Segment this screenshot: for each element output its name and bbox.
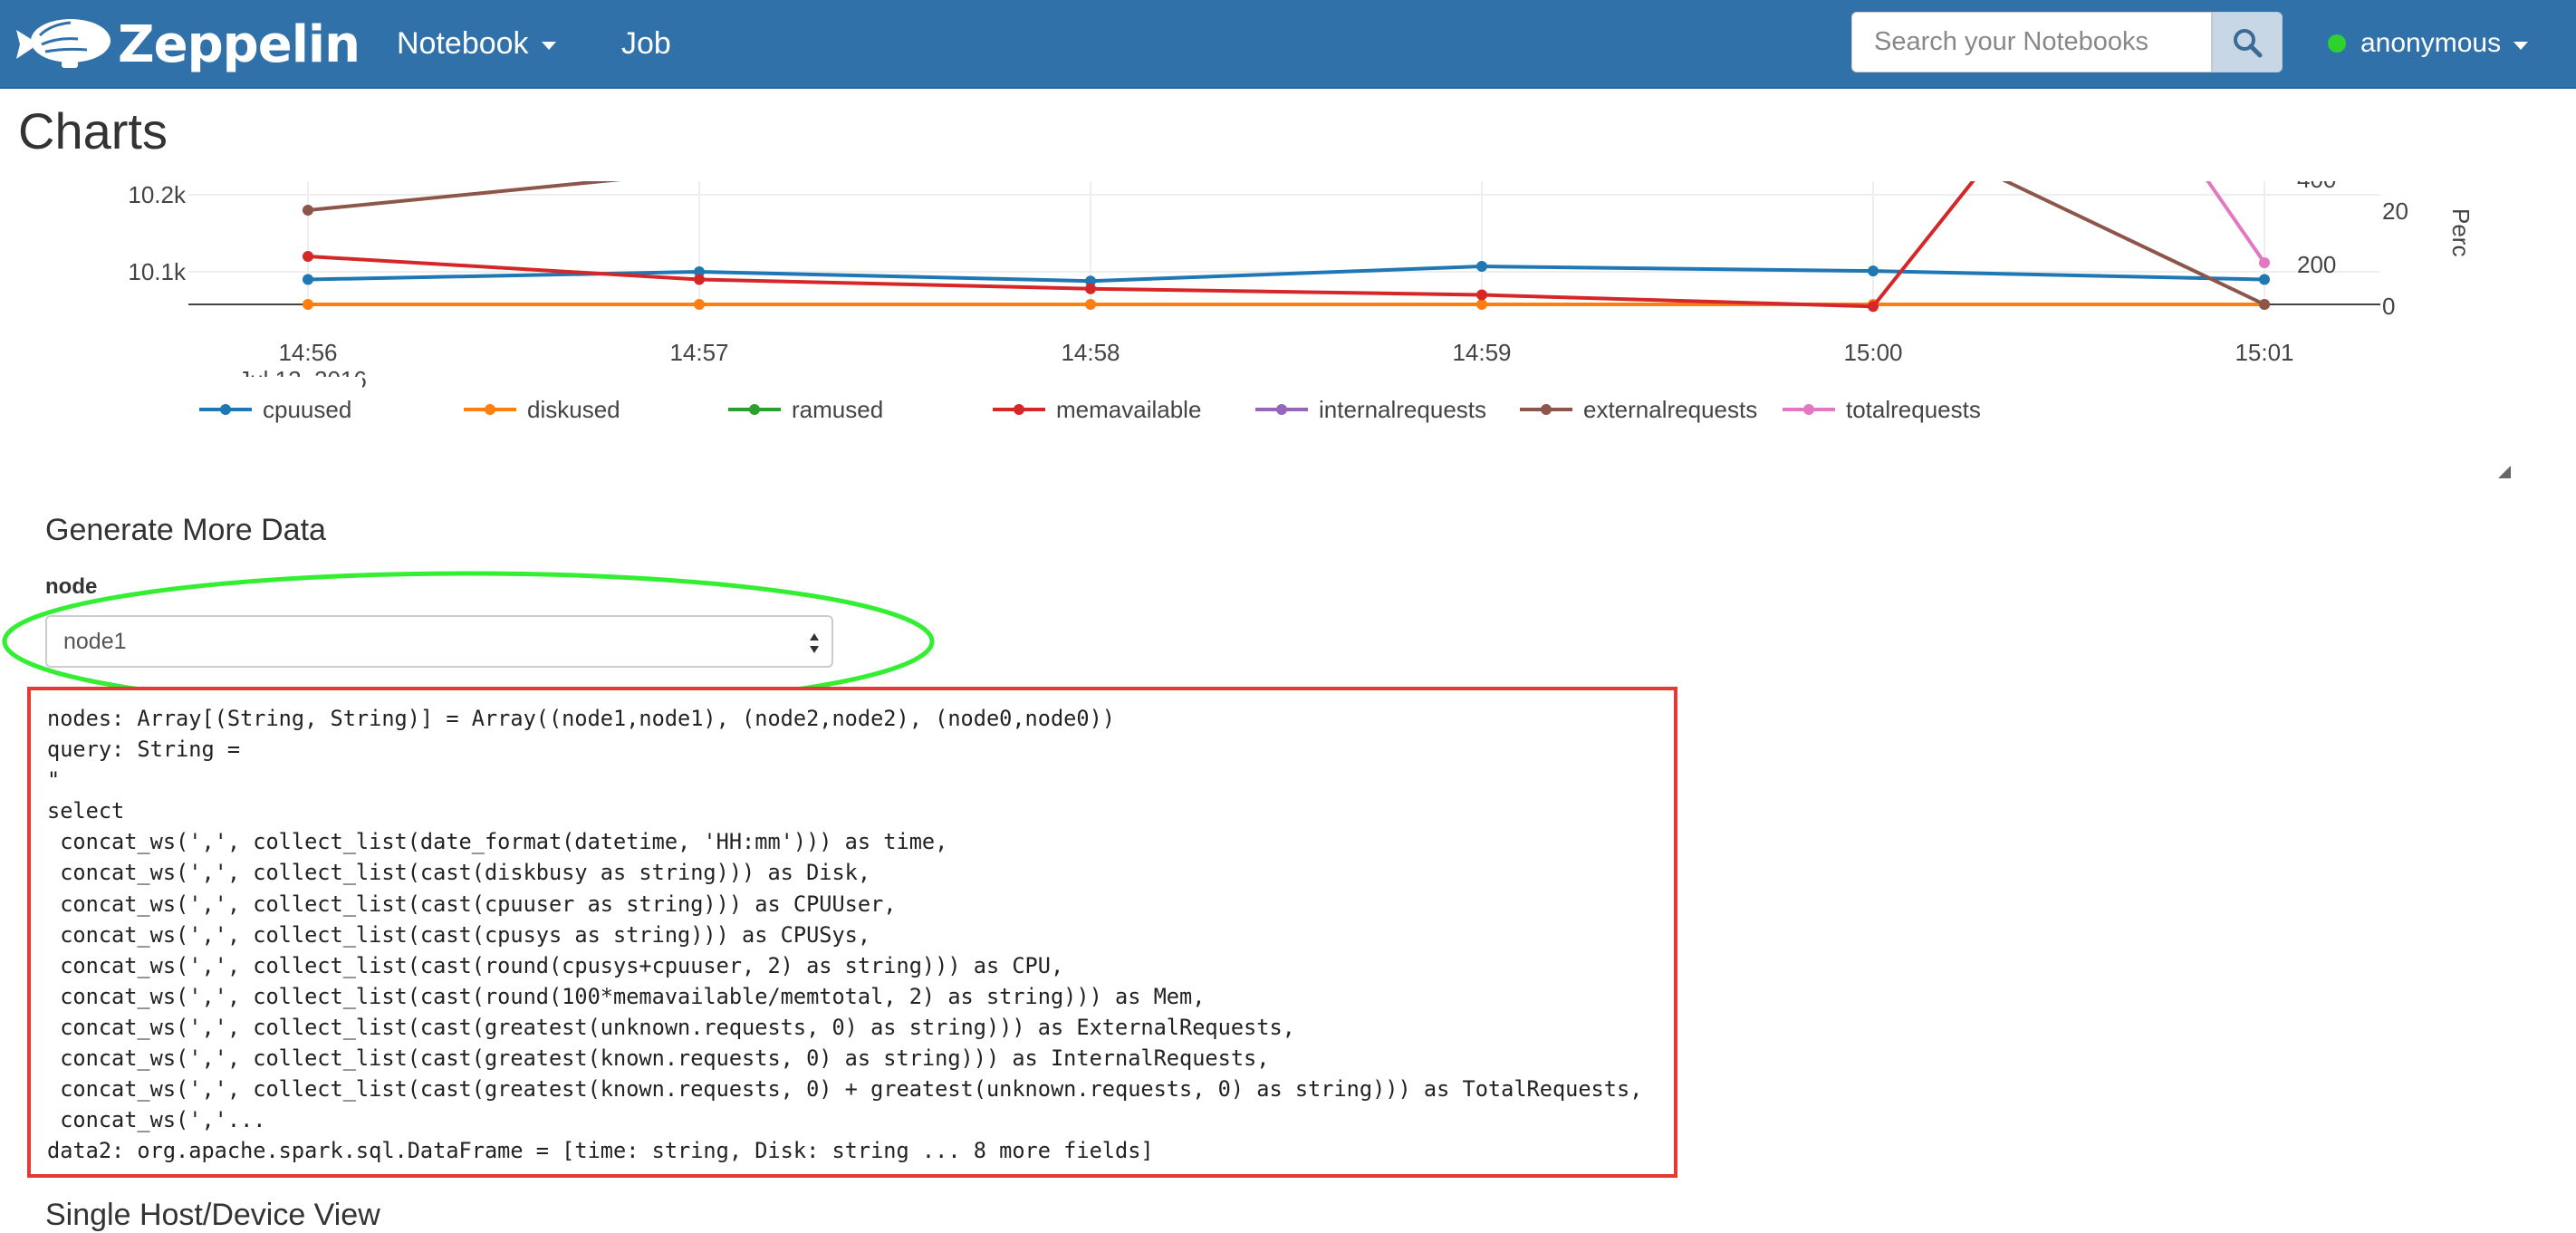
username-label: anonymous [2360, 28, 2502, 58]
user-menu[interactable]: anonymous [2328, 0, 2529, 87]
node-select-value: node1 [63, 628, 127, 654]
output-line: concat_ws(',', collect_list(cast(cpuuser… [47, 891, 897, 917]
brand-link[interactable]: Zeppelin [14, 5, 360, 83]
node-field-label: node [45, 574, 98, 599]
series-point-diskused [694, 299, 705, 310]
job-link-label: Job [621, 25, 671, 61]
output-line: concat_ws(',', collect_list(cast(greates… [47, 1045, 1270, 1072]
brand-name: Zeppelin [118, 14, 360, 74]
chart-series [303, 181, 2270, 313]
node-select[interactable]: node1 [45, 615, 833, 668]
series-point-memavailable [694, 274, 705, 285]
legend-label-totalrequests: totalrequests [1846, 396, 1981, 423]
series-point-memavailable [1085, 283, 1096, 294]
output-line: concat_ws(',', collect_list(cast(round(1… [47, 983, 1206, 1009]
output-line: " [47, 767, 61, 794]
legend-marker-internalrequests [1276, 404, 1287, 415]
search-input[interactable] [1851, 12, 2212, 72]
legend-marker-diskused [485, 404, 495, 415]
x-tick-label: 15:00 [1843, 339, 1902, 366]
output-line: concat_ws(','... [47, 1107, 266, 1133]
y-left-tick-label: 10.1k [128, 258, 187, 285]
y-right-axis-title: Perc [2447, 208, 2475, 256]
series-point-memavailable [1868, 301, 1879, 313]
output-line: data2: org.apache.spark.sql.DataFrame = … [47, 1138, 1154, 1164]
series-line-externalrequests [307, 181, 2265, 306]
series-point-cpuused [303, 274, 313, 285]
legend-marker-externalrequests [1541, 404, 1552, 415]
x-tick-label: 14:59 [1452, 339, 1511, 366]
chevron-down-icon [541, 41, 556, 50]
series-line-memavailable [307, 181, 1975, 309]
y-right2-tick-label: 400 [2297, 181, 2336, 193]
output-line: concat_ws(',', collect_list(cast(cpusys … [47, 921, 871, 948]
y-left-tick-label: 10.2k [128, 181, 187, 208]
x-tick-label: 15:01 [2235, 339, 2293, 366]
legend-marker-ramused [749, 404, 760, 415]
legend-marker-cpuused [220, 404, 231, 415]
x-tick-label: 14:56 [278, 339, 337, 366]
zeppelin-logo-icon [16, 19, 111, 68]
notebook-menu[interactable]: Notebook [397, 0, 556, 87]
series-point-cpuused [1868, 265, 1879, 277]
legend-label-cpuused: cpuused [263, 396, 351, 423]
series-point-memavailable [1476, 289, 1487, 301]
code-output-text: nodes: Array[(String, String)] = Array((… [47, 703, 1642, 1166]
x-tick-label: 14:58 [1061, 339, 1120, 366]
chart-axes: 10.1k 10.2k 0 20 200 400 Perc 14:56 14:57 14:58 14… [128, 181, 2475, 395]
series-point-externalrequests [303, 205, 313, 216]
output-line: concat_ws(',', collect_list(cast(diskbus… [47, 860, 871, 886]
legend-label-externalrequests: externalrequests [1583, 396, 1757, 423]
series-point-totalrequests [2259, 257, 2270, 268]
legend-label-diskused: diskused [527, 396, 620, 423]
legend-label-internalrequests: internalrequests [1319, 396, 1486, 423]
y-right2-tick-label: 200 [2297, 251, 2336, 278]
line-chart: 10.1k 10.2k 0 20 200 400 Perc 14:56 14:57 14:58 14… [128, 181, 2475, 423]
search-button[interactable] [2212, 12, 2283, 72]
output-line: concat_ws(',', collect_list(date_format(… [47, 829, 948, 855]
series-point-externalrequests [2259, 299, 2270, 310]
search-icon [2234, 28, 2263, 57]
series-point-cpuused [2259, 274, 2270, 285]
top-navbar: Zeppelin Notebook Job anonymous [0, 0, 2576, 89]
series-point-diskused [303, 299, 313, 310]
select-arrows-icon [810, 633, 819, 653]
output-line: query: String = [47, 737, 241, 763]
chart-legend: cpuused diskused ramused memavailable intern… [199, 396, 1981, 423]
series-point-diskused [1476, 299, 1487, 310]
series-point-diskused [1085, 299, 1096, 310]
x-tick-label: 14:57 [669, 339, 728, 366]
section-title-single-host: Single Host/Device View [45, 1198, 380, 1232]
output-line: concat_ws(',', collect_list(cast(greates… [47, 1014, 1295, 1040]
legend-marker-memavailable [1014, 404, 1024, 415]
notebook-search [1851, 12, 2283, 72]
y-right-tick-label: 0 [2382, 293, 2395, 320]
page-title: Charts [18, 102, 168, 159]
resize-handle-icon[interactable] [2496, 464, 2513, 480]
date-label-mask [181, 377, 362, 395]
paragraph-output: nodes: Array[(String, String)] = Array((… [27, 687, 1677, 1178]
output-line: select [47, 798, 125, 824]
output-line: nodes: Array[(String, String)] = Array((… [47, 706, 1115, 731]
section-title-generate: Generate More Data [45, 513, 326, 547]
output-line: concat_ws(',', collect_list(cast(greates… [47, 1076, 1643, 1103]
chevron-down-icon [2514, 41, 2529, 50]
output-line: concat_ws(',', collect_list(cast(round(c… [47, 952, 1064, 978]
legend-label-memavailable: memavailable [1056, 396, 1201, 423]
job-link[interactable]: Job [621, 0, 671, 87]
notebook-menu-label: Notebook [397, 25, 529, 61]
series-line-totalrequests [2206, 181, 2266, 265]
legend-label-ramused: ramused [792, 396, 883, 423]
legend-marker-totalrequests [1803, 404, 1814, 415]
y-right-tick-label: 20 [2382, 197, 2408, 225]
chart-grid [188, 181, 2380, 304]
series-point-memavailable [303, 251, 313, 262]
online-status-icon [2328, 34, 2346, 53]
series-point-cpuused [1476, 261, 1487, 273]
